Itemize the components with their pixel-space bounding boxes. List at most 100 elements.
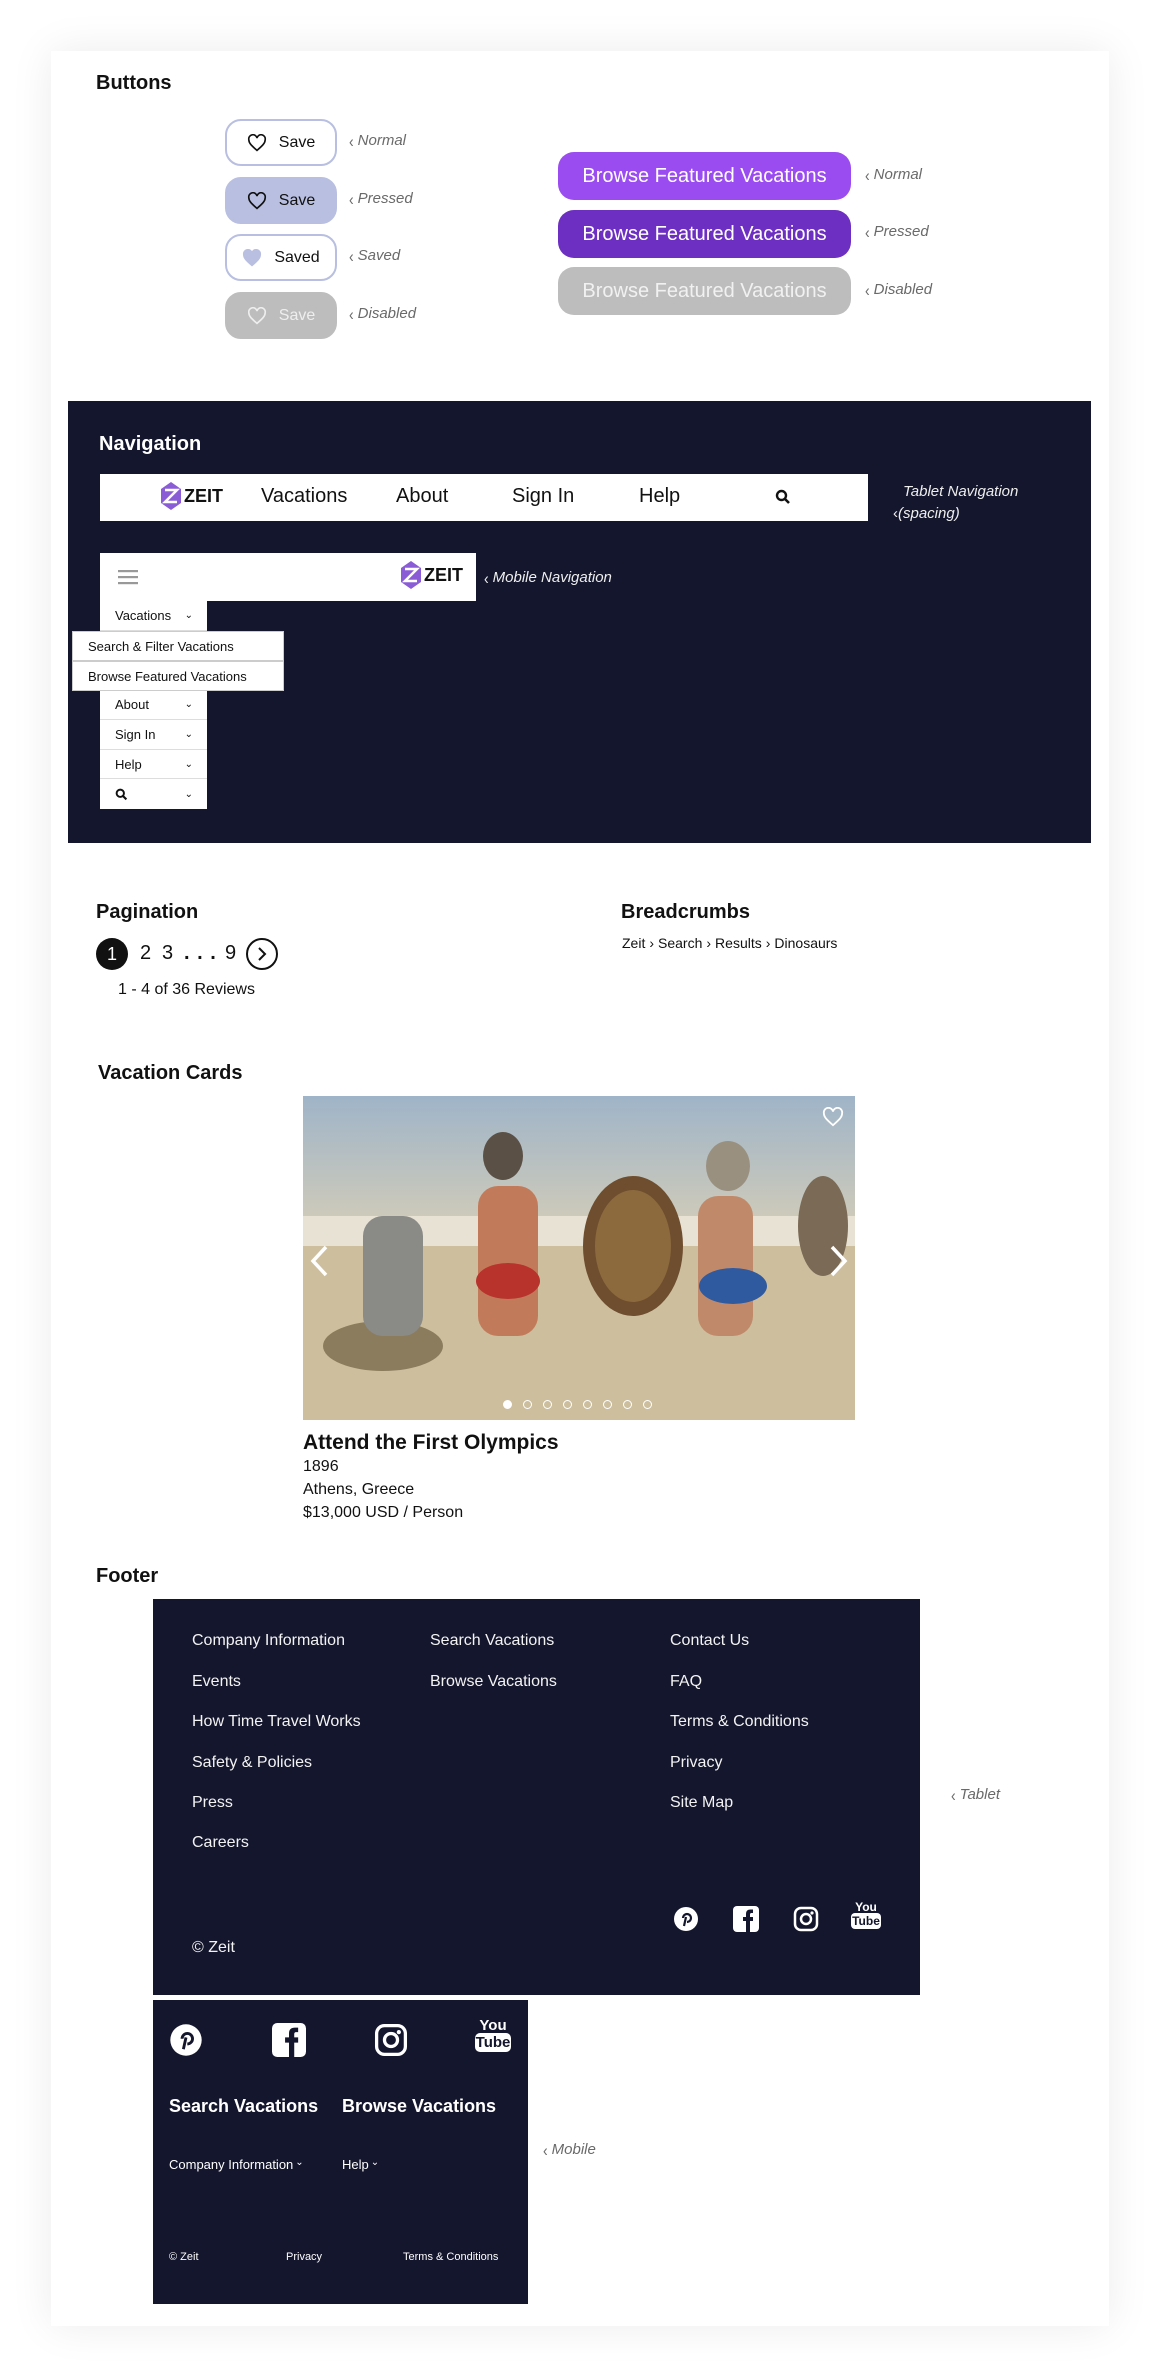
footer-link[interactable]: Company Information [192, 1632, 345, 1650]
footer-link[interactable]: Contact Us [670, 1632, 749, 1650]
facebook-icon[interactable] [733, 1906, 759, 1932]
footer-mobile-browse-vacations[interactable]: Browse Vacations [342, 2096, 496, 2117]
pagination-next-button[interactable] [246, 938, 278, 970]
breadcrumb: Zeit › Search › Results › Dinosaurs [622, 935, 837, 951]
footer-link[interactable]: Terms & Conditions [670, 1713, 809, 1731]
footer-tablet: Company Information Events How Time Trav… [153, 1599, 920, 1995]
footer-link[interactable]: Press [192, 1794, 233, 1812]
chevron-down-icon: ⌄ [370, 2157, 380, 2168]
breadcrumb-item[interactable]: Dinosaurs [774, 935, 837, 951]
browse-disabled-note: ‹ Disabled [865, 279, 933, 300]
mobile-menu-help[interactable]: Help ⌄ [100, 750, 207, 780]
carousel-dot[interactable] [503, 1400, 512, 1409]
submenu-search-filter-vacations[interactable]: Search & Filter Vacations [72, 631, 284, 661]
search-icon[interactable] [775, 489, 791, 505]
tablet-navigation-note: Tablet Navigation ‹(spacing) [893, 481, 1018, 525]
footer-link[interactable]: Privacy [670, 1754, 722, 1772]
youtube-icon-text: You [479, 2017, 507, 2034]
mobile-menu-search[interactable]: ⌄ [100, 779, 207, 809]
mobile-menu-sign-in[interactable]: Sign In ⌄ [100, 720, 207, 750]
footer-tablet-note: ‹ Tablet [951, 1784, 1000, 1805]
chevron-left-icon[interactable] [309, 1244, 331, 1278]
carousel-dot[interactable] [523, 1400, 532, 1409]
footer-mobile-company-dropdown[interactable]: Company Information ⌄ [169, 2157, 304, 2172]
youtube-icon[interactable]: You Tube [851, 1901, 881, 1929]
carousel-dot[interactable] [563, 1400, 572, 1409]
breadcrumb-item[interactable]: Search [658, 935, 702, 951]
dropdown-label: Help [342, 2157, 369, 2172]
mobile-menu-vacations[interactable]: Vacations ⌄ [100, 601, 207, 631]
zeit-logo[interactable]: ZEIT [160, 481, 223, 511]
footer-mobile-privacy-link[interactable]: Privacy [286, 2251, 322, 2263]
nav-item-vacations[interactable]: Vacations [261, 485, 347, 508]
pagination-page[interactable]: 9 [225, 942, 236, 965]
instagram-icon[interactable] [793, 1906, 819, 1932]
carousel-dot[interactable] [603, 1400, 612, 1409]
mobile-menu-about[interactable]: About ⌄ [100, 691, 207, 721]
chevron-down-icon: ⌄ [295, 2157, 304, 2168]
pinterest-icon[interactable] [169, 2023, 203, 2057]
youtube-icon[interactable]: You Tube [475, 2018, 511, 2052]
note-text: Normal [357, 132, 407, 149]
facebook-icon[interactable] [272, 2023, 306, 2057]
chevron-right-icon[interactable] [827, 1244, 849, 1278]
nav-item-help[interactable]: Help [639, 485, 680, 508]
footer-link[interactable]: Events [192, 1673, 241, 1691]
chevron-right-icon: › [765, 935, 771, 951]
note-text: Tablet [959, 1786, 1000, 1803]
save-button-saved[interactable]: Saved [225, 234, 337, 281]
pagination-page[interactable]: 3 [162, 942, 173, 965]
note-text: Pressed [357, 190, 413, 207]
vacation-card-title[interactable]: Attend the First Olympics [303, 1431, 559, 1455]
save-button-disabled[interactable]: Save [225, 292, 337, 339]
nav-item-sign-in[interactable]: Sign In [512, 485, 574, 508]
note-text: Normal [873, 166, 923, 183]
save-button-pressed[interactable]: Save [225, 177, 337, 224]
heart-outline-icon[interactable] [822, 1107, 844, 1127]
footer-link[interactable]: Browse Vacations [430, 1673, 557, 1691]
footer-link[interactable]: Careers [192, 1834, 249, 1852]
save-button-label: Save [278, 133, 316, 151]
footer-link[interactable]: Safety & Policies [192, 1754, 312, 1772]
pinterest-icon[interactable] [673, 1906, 699, 1932]
pagination-page[interactable]: 2 [140, 942, 151, 965]
footer-mobile-search-vacations[interactable]: Search Vacations [169, 2096, 318, 2117]
nav-item-about[interactable]: About [396, 485, 448, 508]
footer-link[interactable]: How Time Travel Works [192, 1713, 361, 1731]
footer-copyright: © Zeit [192, 1939, 235, 1956]
breadcrumb-item[interactable]: Results [715, 935, 762, 951]
zeit-logo[interactable]: ZEIT [400, 560, 463, 590]
footer-link[interactable]: FAQ [670, 1673, 702, 1691]
pagination-current-page[interactable]: 1 [96, 938, 128, 970]
chevron-down-icon: ⌄ [184, 788, 193, 800]
save-button-normal[interactable]: Save [225, 119, 337, 166]
carousel-dot[interactable] [543, 1400, 552, 1409]
chevron-down-icon: ⌄ [184, 609, 193, 621]
instagram-icon[interactable] [374, 2023, 408, 2057]
footer-mobile-copyright: © Zeit [169, 2251, 199, 2263]
browse-normal-note: ‹ Normal [865, 164, 923, 185]
vacation-card-price: $13,000 USD / Person [303, 1504, 464, 1521]
footer-link[interactable]: Site Map [670, 1794, 733, 1812]
vacation-card-image[interactable] [303, 1096, 855, 1420]
hamburger-menu-icon[interactable] [118, 569, 138, 585]
browse-featured-button-disabled[interactable]: Browse Featured Vacations [558, 267, 851, 315]
style-guide-sheet: Buttons Save ‹ Normal Save ‹ Pressed Saved… [51, 51, 1109, 2326]
footer-mobile-terms-link[interactable]: Terms & Conditions [403, 2251, 498, 2263]
breadcrumb-item[interactable]: Zeit [622, 935, 645, 951]
footer-link[interactable]: Search Vacations [430, 1632, 554, 1650]
youtube-icon-text: Tube [851, 1913, 881, 1929]
carousel-dot[interactable] [643, 1400, 652, 1409]
submenu-browse-featured-vacations[interactable]: Browse Featured Vacations [72, 661, 284, 691]
footer-mobile-help-dropdown[interactable]: Help ⌄ [342, 2157, 379, 2172]
browse-featured-button-normal[interactable]: Browse Featured Vacations [558, 152, 851, 200]
heart-outline-icon [247, 306, 266, 324]
vacation-cards-section-title: Vacation Cards [98, 1062, 243, 1084]
note-line: ‹(spacing) [893, 505, 960, 522]
carousel-dot[interactable] [583, 1400, 592, 1409]
chevron-down-icon: ⌄ [184, 728, 193, 740]
youtube-icon-text: You [855, 1900, 877, 1914]
browse-featured-button-pressed[interactable]: Browse Featured Vacations [558, 210, 851, 258]
footer-mobile: You Tube Search Vacations Browse Vacatio… [153, 2000, 528, 2304]
carousel-dot[interactable] [623, 1400, 632, 1409]
